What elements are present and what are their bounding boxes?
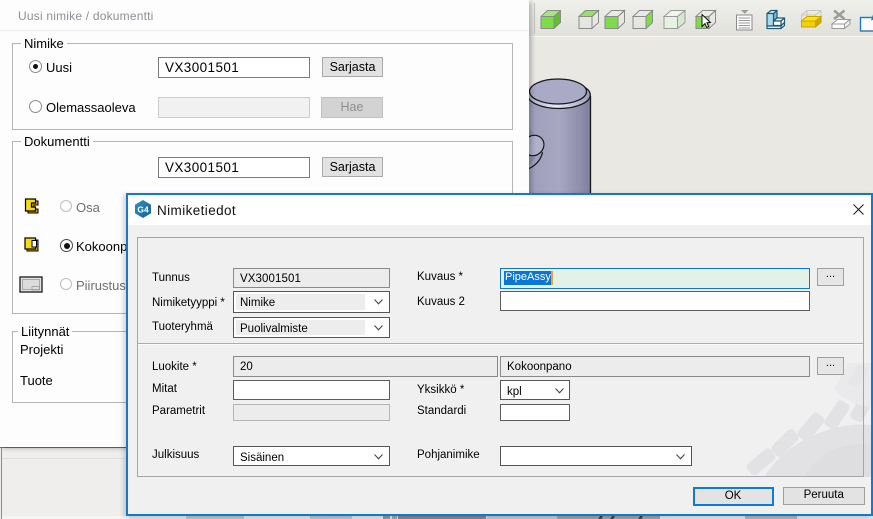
svg-text:G4: G4 (137, 205, 149, 215)
